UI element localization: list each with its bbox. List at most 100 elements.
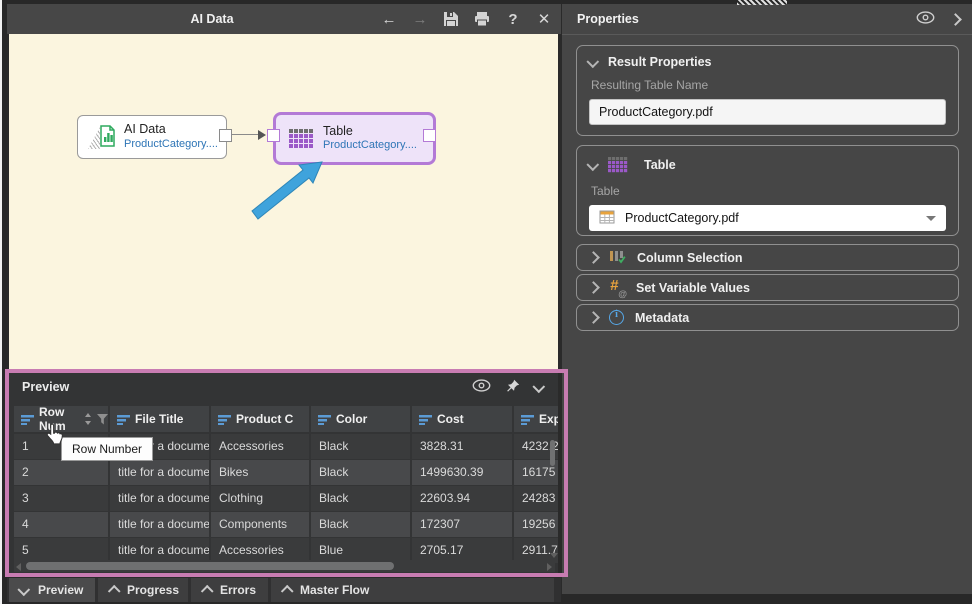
table-cell: 172307	[412, 512, 512, 537]
dropdown-value: ProductCategory.pdf	[625, 211, 739, 225]
column-selection-icon	[609, 248, 626, 267]
preview-header-row: Row NumFile TitleProduct CColorCostExpen	[14, 406, 558, 432]
flow-canvas[interactable]: AI Data ProductCategory.... Table Produc…	[9, 34, 558, 372]
tab-label: Master Flow	[300, 583, 369, 597]
column-label: Color	[336, 412, 367, 426]
preview-panel: Preview Row NumFile TitleProduct CColorC…	[9, 372, 558, 576]
node-table[interactable]: Table ProductCategory....	[273, 112, 436, 165]
chevron-down-icon[interactable]	[532, 380, 545, 393]
eye-icon[interactable]	[472, 379, 491, 395]
tab-preview[interactable]: Preview	[9, 578, 95, 602]
table-row[interactable]: 2title for a documeBikesBlack1499630.391…	[14, 460, 558, 485]
table-cell: 1499630.39	[412, 460, 512, 485]
back-arrow-icon[interactable]: ←	[380, 11, 398, 28]
node-title: Table	[323, 124, 417, 140]
chevron-right-icon[interactable]	[949, 13, 962, 26]
table-grid-icon	[608, 157, 629, 173]
tab-progress[interactable]: Progress	[98, 578, 188, 602]
column-header-color[interactable]: Color	[311, 406, 410, 432]
column-header-cost[interactable]: Cost	[412, 406, 512, 432]
table-cell: title for a docume	[110, 460, 209, 485]
column-header-file-title[interactable]: File Title	[110, 406, 209, 432]
scroll-right-icon[interactable]	[547, 563, 552, 571]
save-icon[interactable]	[442, 11, 460, 27]
section-heading: Metadata	[635, 311, 689, 325]
section-heading: Set Variable Values	[636, 281, 750, 295]
eye-icon[interactable]	[916, 11, 935, 27]
selection-marquee	[737, 0, 787, 5]
resulting-table-name-input[interactable]	[589, 99, 946, 125]
dropdown-caret-icon	[926, 216, 936, 221]
column-type-icon	[318, 413, 331, 425]
tab-errors[interactable]: Errors	[191, 578, 268, 602]
table-cell: 3828.31	[412, 434, 512, 459]
vertical-scroll-thumb[interactable]	[550, 440, 555, 466]
scroll-left-icon[interactable]	[16, 563, 21, 571]
scroll-down-icon[interactable]	[550, 553, 558, 558]
chevron-down-icon[interactable]	[586, 55, 599, 68]
port-table-input[interactable]	[267, 129, 280, 142]
port-table-output[interactable]	[423, 129, 436, 142]
chevron-right-icon	[587, 251, 600, 264]
horizontal-scroll-thumb[interactable]	[26, 562, 394, 570]
chevron-right-icon	[587, 311, 600, 324]
table-cell: Accessories	[211, 434, 309, 459]
app-root: AI Data ← → ? ✕	[0, 0, 972, 604]
bottom-tabs-bar: Preview Progress Errors Master Flow	[7, 578, 561, 602]
chevron-down-icon	[17, 583, 30, 596]
column-type-icon	[21, 413, 34, 425]
row-number-tooltip: Row Number	[61, 437, 153, 461]
ai-data-file-icon	[88, 123, 116, 151]
vertical-scrollbar[interactable]	[550, 436, 556, 558]
node-title: AI Data	[124, 122, 218, 138]
tab-label: Preview	[38, 583, 83, 597]
column-label: Cost	[437, 412, 464, 426]
table-grid-icon	[289, 129, 315, 149]
node-subtitle: ProductCategory....	[124, 138, 218, 152]
editor-titlebar: AI Data ← → ? ✕	[7, 4, 561, 34]
table-dropdown[interactable]: ProductCategory.pdf	[589, 205, 946, 231]
variable-hash-icon	[609, 280, 625, 296]
help-icon[interactable]: ?	[504, 11, 522, 28]
pin-icon[interactable]	[506, 379, 520, 396]
print-icon[interactable]	[473, 12, 491, 27]
table-cell: Components	[211, 512, 309, 537]
column-type-icon	[521, 413, 534, 425]
section-table: Table Table ProductCategory.pdf	[576, 145, 959, 236]
flow-editor-window: AI Data ← → ? ✕	[7, 4, 561, 602]
table-cell: 4	[14, 512, 108, 537]
horizontal-scrollbar[interactable]	[14, 560, 555, 572]
table-cell: 3	[14, 486, 108, 511]
column-header-product-c[interactable]: Product C	[211, 406, 309, 432]
column-header-expen[interactable]: Expen	[514, 406, 558, 432]
table-cell: Black	[311, 434, 410, 459]
section-heading: Result Properties	[608, 55, 712, 69]
column-label: File Title	[135, 412, 183, 426]
properties-panel: Properties Result Properties Resulting T…	[561, 4, 972, 594]
tab-master-flow[interactable]: Master Flow	[271, 578, 554, 602]
section-column-selection[interactable]: Column Selection	[576, 244, 959, 271]
sort-arrows-icon[interactable]	[84, 412, 92, 426]
port-ai-output[interactable]	[219, 129, 232, 142]
table-cell: Clothing	[211, 486, 309, 511]
node-subtitle: ProductCategory....	[323, 139, 417, 153]
table-cell: Black	[311, 460, 410, 485]
table-cell: 2	[14, 460, 108, 485]
forward-arrow-icon[interactable]: →	[411, 11, 429, 28]
tab-label: Errors	[220, 583, 256, 597]
section-set-variable-values[interactable]: Set Variable Values	[576, 274, 959, 301]
close-icon[interactable]: ✕	[535, 10, 553, 28]
field-label: Table	[591, 184, 946, 198]
node-ai-data[interactable]: AI Data ProductCategory....	[77, 115, 227, 159]
column-label: Expen	[539, 412, 558, 426]
filter-funnel-icon[interactable]	[97, 414, 108, 425]
table-row[interactable]: 4title for a documeComponentsBlack172307…	[14, 512, 558, 537]
chevron-right-icon	[587, 281, 600, 294]
chevron-down-icon[interactable]	[586, 158, 599, 171]
table-row[interactable]: 3title for a documeClothingBlack22603.94…	[14, 486, 558, 511]
section-heading: Table	[644, 158, 676, 172]
annotation-arrow	[9, 34, 558, 372]
table-cell: Bikes	[211, 460, 309, 485]
section-metadata[interactable]: Metadata	[576, 304, 959, 331]
section-heading: Column Selection	[637, 251, 743, 265]
